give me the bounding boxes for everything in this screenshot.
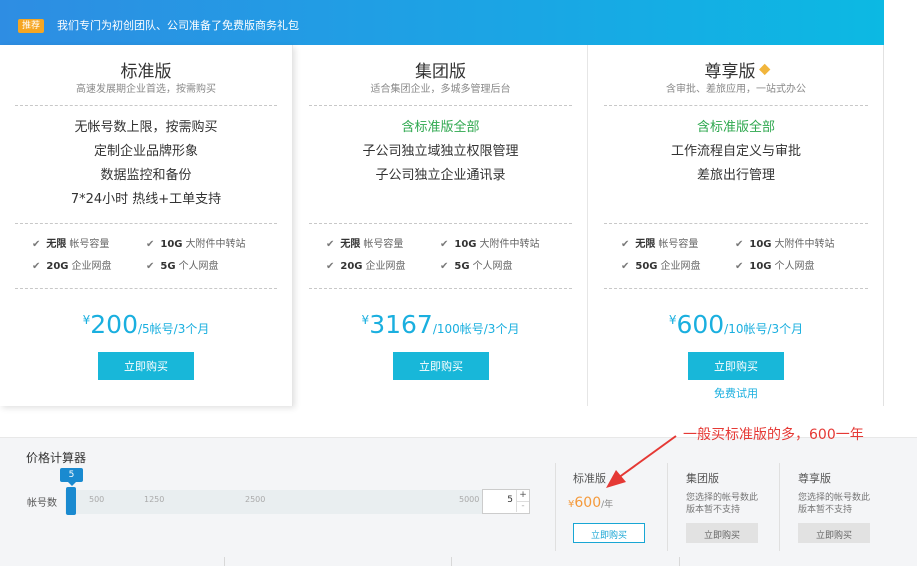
feature-item: 数据监控和备份 (100, 168, 192, 183)
plan-price: ¥3167/100帐号/3个月 (361, 310, 520, 339)
account-stepper[interactable]: 5 + - (482, 489, 530, 514)
check-icon: ✔ (621, 239, 630, 250)
account-count-label: 帐号数 (27, 498, 57, 509)
account-slider-track[interactable] (65, 490, 482, 514)
column-price: ¥600/年 (568, 495, 614, 511)
check-icon: ✔ (146, 261, 155, 272)
plan-name: 集团版 (415, 62, 466, 82)
check-icon: ✔ (440, 261, 449, 272)
plan-card-group: 集团版 适合集团企业，多城多管理后台 含标准版全部 子公司独立域独立权限管理 子… (294, 45, 588, 406)
feature-list: 含标准版全部 工作流程自定义与审批 差旅出行管理 (589, 116, 883, 188)
stepper-value[interactable]: 5 (487, 495, 513, 505)
spec-item: ✔ 10G 大附件中转站 (440, 239, 540, 250)
divider (679, 557, 680, 566)
plan-subtitle: 含审批、差旅应用，一站式办公 (666, 84, 806, 95)
unsupported-note: 您选择的帐号数此版本暂不支持 (798, 493, 871, 515)
annotation-text: 一般买标准版的多，600一年 (683, 427, 864, 443)
plan-card-premium: 尊享版 含审批、差旅应用，一站式办公 含标准版全部 工作流程自定义与审批 差旅出… (589, 45, 884, 406)
feature-item: 子公司独立域独立权限管理 (362, 144, 519, 159)
recommend-tag: 推荐 (18, 19, 45, 33)
unsupported-note: 您选择的帐号数此版本暂不支持 (686, 493, 759, 515)
slider-tick: 5000 (459, 495, 480, 504)
check-icon: ✔ (32, 261, 41, 272)
plan-card-standard: 标准版 高速发展期企业首选，按需购买 无帐号数上限，按需购买 定制企业品牌形象 … (0, 45, 293, 406)
calc-buy-button[interactable]: 立即购买 (573, 523, 645, 543)
free-trial-link[interactable]: 免费试用 (589, 385, 883, 401)
calc-buy-button[interactable]: 立即购买 (686, 523, 758, 543)
spec-item: ✔ 5G 个人网盘 (146, 261, 219, 272)
feature-item: 7*24小时 热线+工单支持 (70, 192, 222, 207)
divider (15, 288, 277, 289)
plan-name: 尊享版 (589, 57, 883, 82)
plan-name: 标准版 (120, 62, 172, 82)
promo-message[interactable]: 我们专门为初创团队、公司准备了免费版商务礼包 (57, 18, 299, 34)
check-icon: ✔ (735, 239, 744, 250)
slider-tick: 1250 (144, 495, 165, 504)
divider (15, 223, 277, 224)
spec-item: ✔ 20G 企业网盘 (32, 261, 112, 272)
divider (15, 105, 277, 106)
feature-list: 含标准版全部 子公司独立域独立权限管理 子公司独立企业通讯录 (294, 116, 587, 188)
promo-banner[interactable]: 推荐 我们专门为初创团队、公司准备了免费版商务礼包 (0, 0, 884, 45)
check-icon: ✔ (735, 261, 744, 272)
feature-item: 含标准版全部 (696, 120, 775, 135)
calc-buy-button[interactable]: 立即购买 (798, 523, 870, 543)
feature-list: 无帐号数上限，按需购买 定制企业品牌形象 数据监控和备份 7*24小时 热线+工… (0, 116, 292, 212)
check-icon: ✔ (146, 239, 155, 250)
divider (309, 223, 572, 224)
spec-item: ✔ 10G 个人网盘 (735, 261, 815, 272)
feature-item: 无帐号数上限，按需购买 (74, 120, 218, 135)
divider (604, 223, 868, 224)
plan-subtitle: 适合集团企业，多城多管理后台 (370, 84, 511, 95)
check-icon: ✔ (621, 261, 630, 272)
plan-subtitle: 高速发展期企业首选，按需购买 (76, 84, 216, 95)
spec-item: ✔ 10G 大附件中转站 (735, 239, 835, 250)
divider (309, 105, 572, 106)
divider (451, 557, 452, 566)
check-icon: ✔ (440, 239, 449, 250)
calculator-title: 价格计算器 (26, 451, 87, 465)
decrement-button[interactable]: - (516, 501, 529, 512)
check-icon: ✔ (326, 261, 335, 272)
divider (224, 557, 225, 566)
price-calculator: 价格计算器 5 帐号数 500 1250 2500 5000 5 + - 标准版… (0, 437, 917, 551)
slider-tick: 2500 (245, 495, 266, 504)
divider (309, 288, 572, 289)
spec-item: ✔ 无限 帐号容量 (326, 239, 404, 250)
check-icon: ✔ (32, 239, 41, 250)
calc-column-standard: 标准版 ¥600/年 立即购买 (555, 463, 666, 551)
calc-column-group: 集团版 您选择的帐号数此版本暂不支持 立即购买 (667, 463, 778, 551)
divider (604, 288, 868, 289)
buy-button[interactable]: 立即购买 (393, 352, 489, 380)
plan-price: ¥600/10帐号/3个月 (668, 310, 804, 339)
check-icon: ✔ (326, 239, 335, 250)
slider-tick: 500 (89, 495, 105, 504)
feature-item: 工作流程自定义与审批 (670, 144, 801, 159)
feature-item: 含标准版全部 (401, 120, 480, 135)
slider-value-bubble: 5 (60, 468, 83, 486)
spec-item: ✔ 无限 帐号容量 (32, 239, 110, 250)
feature-item: 定制企业品牌形象 (93, 144, 198, 159)
spec-item: ✔ 20G 企业网盘 (326, 261, 406, 272)
column-title: 标准版 (573, 472, 606, 485)
plan-price: ¥200/5帐号/3个月 (82, 310, 210, 339)
footer-strip (0, 551, 917, 566)
calc-column-premium: 尊享版 您选择的帐号数此版本暂不支持 立即购买 (779, 463, 890, 551)
feature-item: 差旅出行管理 (696, 168, 775, 183)
buy-button[interactable]: 立即购买 (98, 352, 194, 380)
spec-item: ✔ 50G 企业网盘 (621, 261, 701, 272)
column-title: 集团版 (686, 472, 719, 485)
column-title: 尊享版 (798, 472, 831, 485)
slider-handle[interactable] (66, 487, 76, 515)
spec-item: ✔ 10G 大附件中转站 (146, 239, 246, 250)
divider (604, 105, 868, 106)
diamond-icon (758, 63, 770, 76)
spec-item: ✔ 5G 个人网盘 (440, 261, 513, 272)
buy-button[interactable]: 立即购买 (688, 352, 784, 380)
feature-item: 子公司独立企业通讯录 (375, 168, 506, 183)
spec-item: ✔ 无限 帐号容量 (621, 239, 699, 250)
